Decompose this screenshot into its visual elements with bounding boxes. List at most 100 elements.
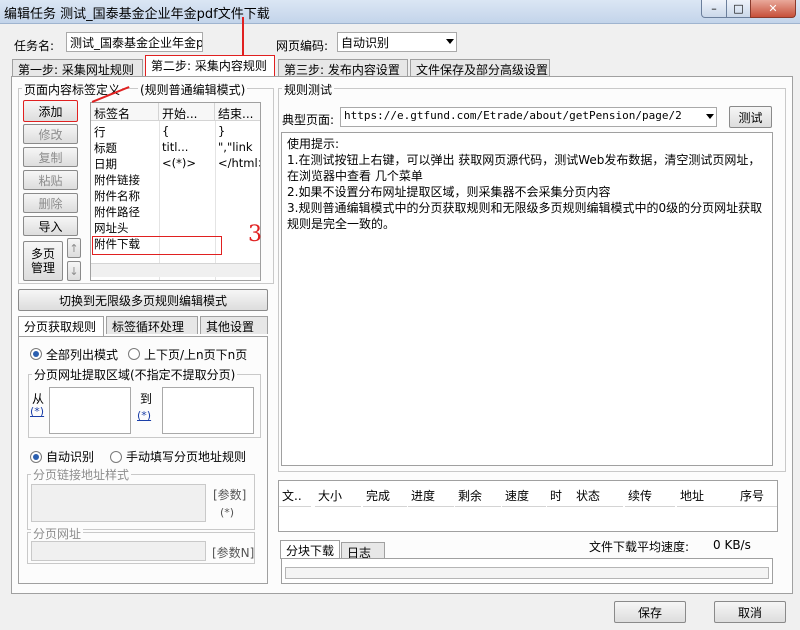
hint-line: 2.如果不设置分布网址提取区域，则采集器不会采集分页内容: [287, 185, 611, 199]
column-header[interactable]: 结束...: [215, 103, 260, 121]
typical-page-select[interactable]: https://e.gtfund.com/Etrade/about/getPen…: [340, 107, 717, 127]
move-up-button[interactable]: ↑: [67, 238, 81, 258]
param-star: (*): [220, 506, 235, 519]
radio-all-label: 全部列出模式: [46, 348, 119, 362]
close-icon[interactable]: ✕: [750, 0, 796, 18]
paste-button[interactable]: 粘贴: [23, 170, 78, 190]
tag-name-cell: 日期: [94, 157, 117, 171]
minimize-icon[interactable]: –: [701, 0, 727, 18]
radio-manual-label: 手动填写分页地址规则: [126, 450, 247, 464]
column-header[interactable]: 进度: [408, 481, 454, 507]
tag-name-cell: 附件路径: [94, 205, 140, 219]
encoding-value: 自动识别: [341, 36, 390, 50]
to-label: 到: [140, 392, 153, 406]
task-name-input[interactable]: 测试_国泰基金企业年金p: [66, 32, 203, 52]
import-button[interactable]: 导入: [23, 216, 78, 236]
test-button[interactable]: 测试: [729, 106, 772, 128]
param-label: [参数]: [213, 488, 247, 502]
hints-title: 使用提示:: [287, 137, 340, 151]
page-url-input[interactable]: [31, 541, 206, 561]
download-list: 文.. 大小 完成 进度 剩余 速度 时 状态 续传 地址 序号: [278, 480, 778, 532]
column-header[interactable]: 文..: [279, 481, 311, 507]
progress-bar: [285, 567, 769, 579]
maximize-icon[interactable]: □: [726, 0, 751, 18]
tab-advanced[interactable]: 文件保存及部分高级设置: [410, 59, 550, 77]
start-cell: titl...: [162, 140, 189, 154]
column-header[interactable]: 状态: [573, 481, 623, 507]
save-button[interactable]: 保存: [614, 601, 686, 623]
title-bar: 编辑任务 测试_国泰基金企业年金pdf文件下载 – □ ✕: [0, 0, 800, 24]
start-cell: {: [162, 124, 170, 138]
tag-name-cell: 行: [94, 125, 106, 139]
annotation-line: [242, 17, 244, 57]
horizontal-scrollbar[interactable]: [91, 263, 260, 277]
link-pattern-input[interactable]: [31, 484, 206, 522]
radio-all[interactable]: [30, 348, 42, 360]
column-divider: [159, 121, 160, 280]
to-input[interactable]: [162, 387, 254, 434]
from-input[interactable]: [49, 387, 131, 434]
column-header[interactable]: 速度: [502, 481, 546, 507]
edit-mode-note: (规则普通编辑模式): [138, 81, 248, 98]
hints-textarea[interactable]: 使用提示: 1.在测试按钮上右键，可以弹出 获取网页源代码，测试Web发布数据，…: [281, 132, 773, 466]
end-cell: </html>: [218, 156, 260, 170]
window-title: 编辑任务 测试_国泰基金企业年金pdf文件下载: [4, 7, 270, 22]
radio-auto-label: 自动识别: [46, 450, 95, 464]
encoding-select[interactable]: 自动识别: [337, 32, 457, 52]
page-url-label: 分页网址: [31, 525, 84, 542]
hint-line: 3.规则普通编辑模式中的分页获取规则和无限级多页规则编辑模式中的0级的分页网址获…: [287, 201, 763, 231]
from-star-link[interactable]: (*): [30, 405, 44, 418]
column-header[interactable]: 续传: [625, 481, 675, 507]
column-header[interactable]: 地址: [677, 481, 737, 507]
radio-prevnext-label: 上下页/上n页下n页: [144, 348, 248, 362]
tab-pagination[interactable]: 分页获取规则: [18, 316, 104, 337]
switch-multi-level-button[interactable]: 切换到无限级多页规则编辑模式: [18, 289, 268, 311]
column-header[interactable]: 剩余: [455, 481, 501, 507]
link-pattern-label: 分页链接地址样式: [31, 466, 132, 483]
end-cell: }: [218, 124, 226, 138]
column-header[interactable]: 标签名: [91, 103, 159, 121]
tab-other-settings[interactable]: 其他设置: [200, 316, 268, 334]
chevron-down-icon: [446, 39, 454, 44]
column-header[interactable]: 开始...: [159, 103, 215, 121]
column-divider: [215, 121, 216, 280]
highlight-box: [92, 236, 222, 255]
add-button[interactable]: 添加: [23, 100, 78, 122]
param-n-label: [参数N]: [212, 546, 255, 560]
end-cell: ","link: [218, 140, 253, 154]
copy-button[interactable]: 复制: [23, 147, 78, 167]
typical-page-url: https://e.gtfund.com/Etrade/about/getPen…: [344, 109, 682, 122]
hint-line: 1.在测试按钮上右键，可以弹出 获取网页源代码，测试Web发布数据，清空测试页网…: [287, 153, 761, 183]
tag-name-cell: 标题: [94, 141, 117, 155]
typical-page-label: 典型页面:: [282, 113, 335, 127]
to-star-link[interactable]: (*): [137, 409, 151, 422]
extract-area-label: 分页网址提取区域(不指定不提取分页): [32, 366, 238, 383]
tab-chunk-download[interactable]: 分块下载: [280, 540, 340, 559]
delete-button[interactable]: 删除: [23, 193, 78, 213]
tag-name-cell: 网址头: [94, 221, 129, 235]
tag-name-cell: 附件链接: [94, 173, 140, 187]
task-name-label: 任务名:: [14, 39, 55, 53]
rule-test-title: 规则测试: [282, 81, 335, 98]
annotation-mark: 3: [248, 222, 262, 247]
chunk-progress-area: [281, 558, 773, 584]
column-header[interactable]: 时: [547, 481, 573, 507]
multi-page-button[interactable]: 多页 管理: [23, 241, 63, 281]
tab-step1[interactable]: 第一步: 采集网址规则: [12, 59, 143, 77]
radio-prevnext[interactable]: [128, 348, 140, 360]
encoding-label: 网页编码:: [276, 39, 329, 53]
tab-tag-loop[interactable]: 标签循环处理: [106, 316, 198, 334]
tab-step2[interactable]: 第二步: 采集内容规则: [145, 55, 275, 76]
radio-manual[interactable]: [110, 451, 122, 463]
tab-step3[interactable]: 第三步: 发布内容设置: [278, 59, 408, 77]
column-header[interactable]: 完成: [363, 481, 407, 507]
radio-auto[interactable]: [30, 451, 42, 463]
move-down-button[interactable]: ↓: [67, 261, 81, 281]
tab-log[interactable]: 日志: [341, 542, 385, 560]
edit-button[interactable]: 修改: [23, 124, 78, 144]
column-header[interactable]: 序号: [737, 481, 777, 507]
avg-speed-label: 文件下载平均速度:: [589, 540, 690, 554]
avg-speed-value: 0 KB/s: [713, 538, 751, 552]
cancel-button[interactable]: 取消: [714, 601, 786, 623]
column-header[interactable]: 大小: [315, 481, 361, 507]
